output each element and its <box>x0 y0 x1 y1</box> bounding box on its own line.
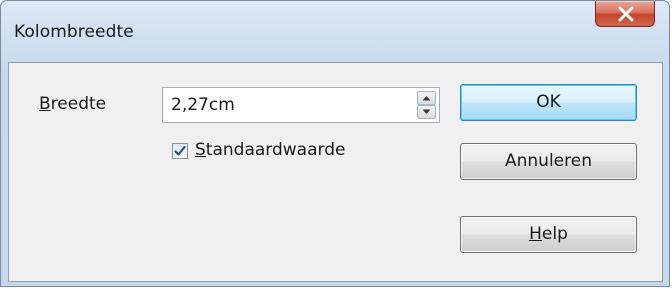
dialog-window: Kolombreedte Breedte 2,27cm Standaardwaa… <box>0 0 670 287</box>
arrow-up-icon <box>422 96 431 101</box>
help-button[interactable]: Help <box>460 216 637 253</box>
spin-buttons <box>417 91 436 119</box>
checkmark-icon <box>174 145 186 156</box>
arrow-down-icon <box>422 109 431 114</box>
width-input[interactable]: 2,27cm <box>171 95 235 115</box>
width-label: Breedte <box>39 94 107 114</box>
default-value-checkbox[interactable] <box>172 143 188 159</box>
window-title: Kolombreedte <box>14 22 134 42</box>
ok-button[interactable]: OK <box>460 84 637 121</box>
decrement-button[interactable] <box>417 105 436 119</box>
dialog-content: Breedte 2,27cm Standaardwaarde OK Annule… <box>8 62 663 282</box>
cancel-button[interactable]: Annuleren <box>460 143 637 180</box>
title-bar[interactable]: Kolombreedte <box>1 1 669 61</box>
close-icon <box>618 6 634 22</box>
increment-button[interactable] <box>417 91 436 105</box>
width-spinbox[interactable]: 2,27cm <box>162 87 440 123</box>
default-value-label[interactable]: Standaardwaarde <box>195 140 345 160</box>
close-button[interactable] <box>595 1 655 27</box>
